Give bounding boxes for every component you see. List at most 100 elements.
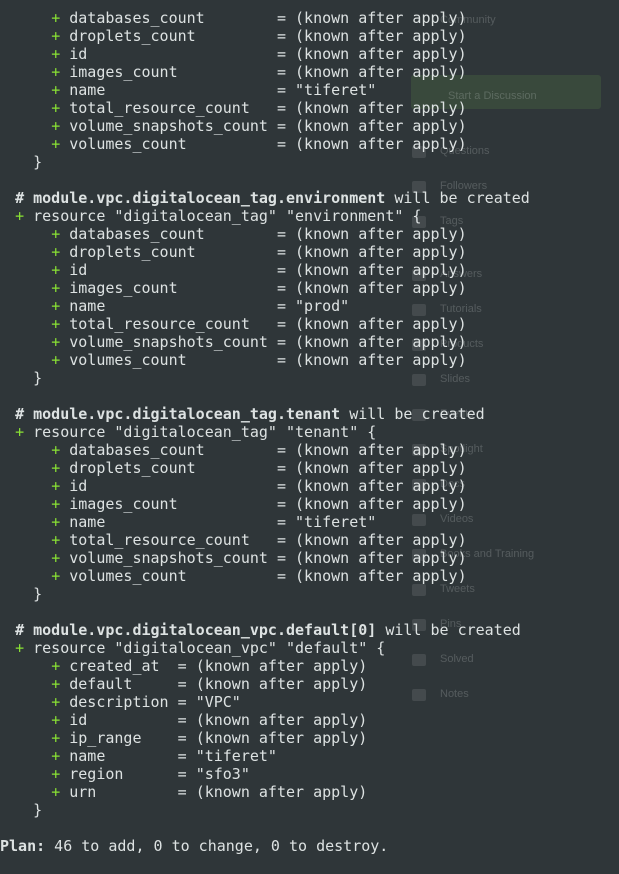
equals-sign: = bbox=[276, 513, 286, 531]
attribute-value: (known after apply) bbox=[295, 27, 467, 45]
terminal-line: + databases_count = (known after apply) bbox=[0, 225, 619, 243]
attribute-value: (known after apply) bbox=[195, 657, 368, 675]
plus-sign: + bbox=[51, 279, 61, 297]
attribute-value: "tiferet" bbox=[195, 747, 277, 765]
resource-declaration: resource "digitalocean_tag" "tenant" { bbox=[33, 423, 377, 441]
attribute-name: total_resource_count bbox=[69, 531, 250, 549]
closing-brace: } bbox=[33, 585, 43, 603]
terminal-line: + ip_range = (known after apply) bbox=[0, 729, 619, 747]
terminal-line: # module.vpc.digitalocean_tag.tenant wil… bbox=[0, 405, 619, 423]
equals-sign: = bbox=[276, 261, 286, 279]
terminal-line: + name = "tiferet" bbox=[0, 513, 619, 531]
attribute-name: id bbox=[69, 261, 88, 279]
attribute-name: databases_count bbox=[69, 9, 205, 27]
closing-brace: } bbox=[33, 153, 43, 171]
attribute-name: id bbox=[69, 45, 88, 63]
terminal-line: + description = "VPC" bbox=[0, 693, 619, 711]
terminal-line: + id = (known after apply) bbox=[0, 45, 619, 63]
equals-sign: = bbox=[177, 729, 187, 747]
attribute-value: (known after apply) bbox=[295, 117, 467, 135]
plus-sign: + bbox=[51, 27, 61, 45]
plus-sign: + bbox=[15, 639, 25, 657]
attribute-name: volumes_count bbox=[69, 351, 187, 369]
attribute-value: (known after apply) bbox=[295, 477, 467, 495]
plus-sign: + bbox=[51, 675, 61, 693]
attribute-name: databases_count bbox=[69, 441, 205, 459]
terminal-line: + region = "sfo3" bbox=[0, 765, 619, 783]
plus-sign: + bbox=[51, 63, 61, 81]
plus-sign: + bbox=[51, 117, 61, 135]
terminal-line: + droplets_count = (known after apply) bbox=[0, 27, 619, 45]
attribute-name: volumes_count bbox=[69, 567, 187, 585]
terminal-line: + volume_snapshots_count = (known after … bbox=[0, 117, 619, 135]
plus-sign: + bbox=[51, 243, 61, 261]
plus-sign: + bbox=[51, 549, 61, 567]
attribute-value: (known after apply) bbox=[295, 99, 467, 117]
attribute-value: "sfo3" bbox=[195, 765, 250, 783]
attribute-name: id bbox=[69, 477, 88, 495]
plus-sign: + bbox=[51, 261, 61, 279]
plan-label: Plan: bbox=[0, 837, 46, 855]
plus-sign: + bbox=[51, 729, 61, 747]
attribute-value: (known after apply) bbox=[295, 315, 467, 333]
terminal-line: + volumes_count = (known after apply) bbox=[0, 351, 619, 369]
terminal-line: + id = (known after apply) bbox=[0, 261, 619, 279]
terminal-line: + resource "digitalocean_tag" "tenant" { bbox=[0, 423, 619, 441]
equals-sign: = bbox=[177, 657, 187, 675]
resource-address: module.vpc.digitalocean_tag.environment bbox=[33, 189, 386, 207]
plus-sign: + bbox=[51, 81, 61, 99]
attribute-value: "tiferet" bbox=[295, 513, 377, 531]
attribute-name: droplets_count bbox=[69, 27, 196, 45]
attribute-value: (known after apply) bbox=[295, 261, 467, 279]
equals-sign: = bbox=[276, 297, 286, 315]
terminal-line: + volumes_count = (known after apply) bbox=[0, 567, 619, 585]
equals-sign: = bbox=[276, 315, 286, 333]
plus-sign: + bbox=[51, 783, 61, 801]
resource-address: module.vpc.digitalocean_tag.tenant bbox=[33, 405, 341, 423]
resource-address: module.vpc.digitalocean_vpc.default[0] bbox=[33, 621, 377, 639]
terminal-output[interactable]: + databases_count = (known after apply) … bbox=[0, 9, 619, 855]
attribute-value: (known after apply) bbox=[195, 711, 368, 729]
terminal-line: + total_resource_count = (known after ap… bbox=[0, 531, 619, 549]
closing-brace: } bbox=[33, 369, 43, 387]
plus-sign: + bbox=[51, 333, 61, 351]
equals-sign: = bbox=[276, 351, 286, 369]
plus-sign: + bbox=[51, 513, 61, 531]
attribute-name: created_at bbox=[69, 657, 160, 675]
terminal-line: + id = (known after apply) bbox=[0, 711, 619, 729]
terminal-line: + droplets_count = (known after apply) bbox=[0, 243, 619, 261]
equals-sign: = bbox=[276, 567, 286, 585]
terminal-line: + images_count = (known after apply) bbox=[0, 63, 619, 81]
terminal-line: + images_count = (known after apply) bbox=[0, 279, 619, 297]
plus-sign: + bbox=[51, 477, 61, 495]
attribute-name: databases_count bbox=[69, 225, 205, 243]
equals-sign: = bbox=[276, 531, 286, 549]
equals-sign: = bbox=[177, 747, 187, 765]
terminal-line: + urn = (known after apply) bbox=[0, 783, 619, 801]
plus-sign: + bbox=[51, 351, 61, 369]
attribute-value: (known after apply) bbox=[295, 495, 467, 513]
terminal-line: + total_resource_count = (known after ap… bbox=[0, 99, 619, 117]
attribute-name: name bbox=[69, 81, 106, 99]
attribute-name: volume_snapshots_count bbox=[69, 117, 268, 135]
equals-sign: = bbox=[177, 783, 187, 801]
attribute-value: (known after apply) bbox=[295, 225, 467, 243]
comment-hash: # bbox=[15, 189, 34, 207]
plus-sign: + bbox=[51, 225, 61, 243]
attribute-value: "VPC" bbox=[195, 693, 241, 711]
attribute-name: volume_snapshots_count bbox=[69, 333, 268, 351]
terminal-line: } bbox=[0, 369, 619, 387]
plus-sign: + bbox=[51, 531, 61, 549]
attribute-value: (known after apply) bbox=[295, 135, 467, 153]
equals-sign: = bbox=[177, 765, 187, 783]
attribute-name: volumes_count bbox=[69, 135, 187, 153]
terminal-line: + total_resource_count = (known after ap… bbox=[0, 315, 619, 333]
equals-sign: = bbox=[276, 81, 286, 99]
terminal-line: # module.vpc.digitalocean_tag.environmen… bbox=[0, 189, 619, 207]
attribute-name: name bbox=[69, 747, 106, 765]
attribute-name: name bbox=[69, 297, 106, 315]
attribute-value: (known after apply) bbox=[195, 783, 368, 801]
equals-sign: = bbox=[276, 225, 286, 243]
